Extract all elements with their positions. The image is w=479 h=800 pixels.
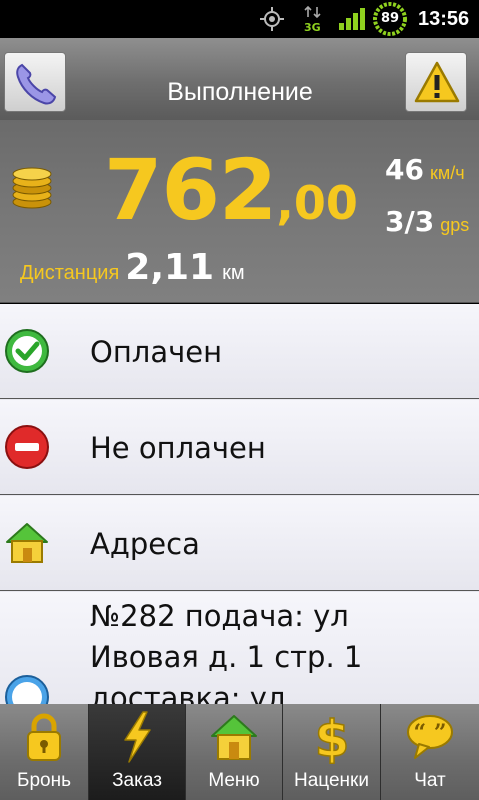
list-item-unpaid[interactable]: Не оплачен: [0, 400, 479, 495]
action-list: Оплачен Не оплачен Адреса №282 подача: у…: [0, 304, 479, 704]
distance-value: 2,11: [125, 247, 215, 288]
tab-zakaz[interactable]: Заказ: [89, 704, 186, 800]
svg-text:$: $: [314, 710, 349, 764]
tab-label: Чат: [414, 770, 446, 791]
distance-readout: Дистанция 2,11 км: [20, 246, 245, 296]
bottom-tab-bar: Бронь Заказ Меню $ Наценки “ ” Чат: [0, 704, 479, 800]
list-item-addresses[interactable]: Адреса: [0, 496, 479, 591]
lock-icon: [27, 713, 61, 761]
list-item-label: Оплачен: [90, 335, 223, 369]
house-icon: [211, 715, 257, 760]
order-details-text: №282 подача: ул Ивовая д. 1 стр. 1 доста…: [90, 599, 363, 704]
fare-integer: 762: [104, 141, 277, 239]
tab-menu[interactable]: Меню: [186, 704, 283, 800]
battery-level: 89: [380, 11, 400, 26]
network-type-text: 3G: [304, 21, 321, 33]
gps-readout: 3/3 gps: [385, 204, 469, 244]
minus-circle-icon: [5, 425, 49, 469]
svg-text:“ ”: “ ”: [414, 720, 447, 746]
tab-label: Заказ: [112, 770, 162, 791]
tab-label: Меню: [208, 770, 260, 791]
check-circle-icon: [5, 329, 49, 373]
info-icon: [5, 675, 49, 704]
coins-icon: [12, 167, 52, 209]
status-bar: 3G 89 13:56: [0, 0, 479, 38]
taximeter-panel: 762,00 46 км/ч 3/3 gps Дистанция 2,11 км: [0, 120, 479, 303]
signal-icon: [339, 8, 365, 30]
dollar-icon: $: [313, 710, 349, 764]
tab-label: Наценки: [294, 770, 369, 791]
alert-button[interactable]: [405, 52, 467, 112]
list-item-label: Не оплачен: [90, 431, 266, 465]
tab-chat[interactable]: “ ” Чат: [381, 704, 479, 800]
tab-bron[interactable]: Бронь: [0, 704, 89, 800]
list-item-paid[interactable]: Оплачен: [0, 304, 479, 399]
3g-data-icon: 3G: [304, 5, 321, 33]
speed-value: 46: [385, 153, 424, 186]
list-item-label: Адреса: [90, 527, 200, 561]
phone-icon: [16, 63, 57, 105]
chat-bubble-icon: “ ”: [407, 715, 453, 759]
distance-label: Дистанция: [20, 262, 120, 284]
tab-label: Бронь: [17, 770, 71, 791]
gps-unit: gps: [440, 215, 470, 235]
page-title: Выполнение: [167, 78, 313, 106]
warning-icon: [414, 61, 460, 103]
gps-icon: [260, 7, 284, 31]
gps-value: 3/3: [385, 205, 435, 238]
speed-readout: 46 км/ч: [385, 152, 465, 192]
fare-fraction: ,00: [276, 176, 358, 230]
distance-unit: км: [222, 262, 245, 284]
lightning-icon: [124, 711, 151, 763]
call-button[interactable]: [4, 52, 66, 112]
speed-unit: км/ч: [429, 163, 465, 183]
house-icon: [6, 523, 48, 563]
title-bar: Выполнение: [0, 38, 479, 120]
tab-natsenki[interactable]: $ Наценки: [283, 704, 381, 800]
clock: 13:56: [418, 8, 470, 30]
list-item-order-info[interactable]: №282 подача: ул Ивовая д. 1 стр. 1 доста…: [0, 592, 479, 704]
